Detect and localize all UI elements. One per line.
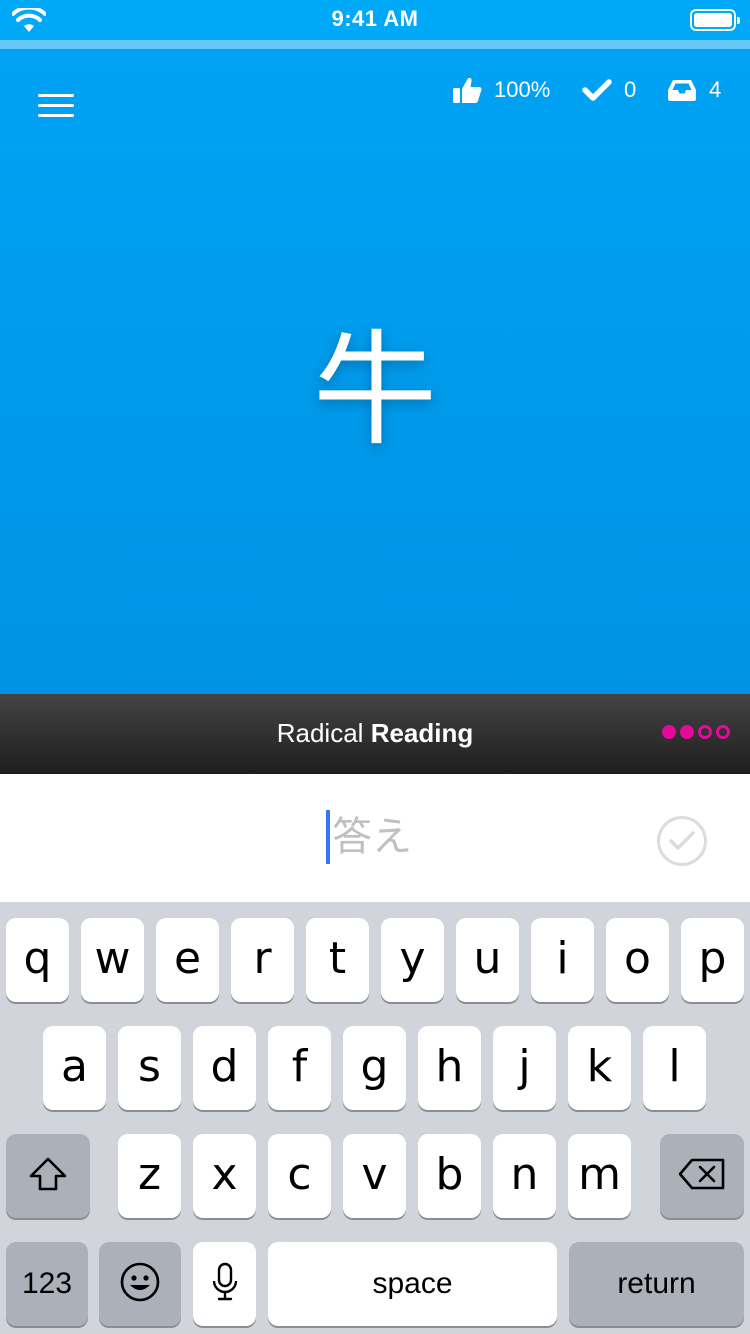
text-caret [326, 810, 330, 864]
progress-dot [662, 725, 676, 739]
status-bar: 9:41 AM [0, 0, 750, 40]
key-w[interactable]: w [81, 918, 144, 1002]
key-v[interactable]: v [343, 1134, 406, 1218]
key-q[interactable]: q [6, 918, 69, 1002]
shift-key[interactable] [6, 1134, 90, 1218]
key-x[interactable]: x [193, 1134, 256, 1218]
question-reading: Reading [370, 718, 474, 748]
return-key[interactable]: return [569, 1242, 744, 1326]
inbox-icon [668, 80, 696, 101]
completed-stat: 0 [582, 75, 636, 105]
shift-arrow-icon [29, 1157, 67, 1191]
key-s[interactable]: s [118, 1026, 181, 1110]
session-progress-dots [662, 725, 730, 739]
subject-card: 100% 0 4 牛 [0, 49, 750, 694]
submit-answer-button[interactable] [657, 816, 707, 866]
menu-icon[interactable] [30, 85, 80, 129]
question-type-bar: Radical Reading [0, 694, 750, 774]
status-divider [0, 40, 750, 49]
key-i[interactable]: i [531, 918, 594, 1002]
key-u[interactable]: u [456, 918, 519, 1002]
key-r[interactable]: r [231, 918, 294, 1002]
thumbs-up-icon [453, 77, 482, 103]
key-l[interactable]: l [643, 1026, 706, 1110]
progress-dot [698, 725, 712, 739]
key-y[interactable]: y [381, 918, 444, 1002]
key-d[interactable]: d [193, 1026, 256, 1110]
emoji-key[interactable] [99, 1242, 181, 1326]
success-rate-value: 100% [494, 77, 551, 102]
key-a[interactable]: a [43, 1026, 106, 1110]
key-c[interactable]: c [268, 1134, 331, 1218]
microphone-icon [212, 1262, 237, 1301]
emoji-icon [120, 1262, 160, 1302]
key-m[interactable]: m [568, 1134, 631, 1218]
checkmark-icon [582, 79, 612, 101]
key-b[interactable]: b [418, 1134, 481, 1218]
status-time: 9:41 AM [331, 6, 419, 31]
queue-stat: 4 [667, 75, 721, 105]
key-z[interactable]: z [118, 1134, 181, 1218]
success-rate-stat: 100% [452, 75, 550, 105]
key-f[interactable]: f [268, 1026, 331, 1110]
queue-count: 4 [709, 77, 722, 102]
key-p[interactable]: p [681, 918, 744, 1002]
key-e[interactable]: e [156, 918, 219, 1002]
check-circle-icon [669, 831, 695, 850]
keyboard: q w e r t y u i o p a s d f g h j k l z … [0, 902, 750, 1334]
subject-character: 牛 [312, 319, 437, 463]
key-j[interactable]: j [493, 1026, 556, 1110]
battery-icon [690, 9, 740, 31]
key-g[interactable]: g [343, 1026, 406, 1110]
question-type-label: Radical Reading [0, 718, 750, 749]
key-t[interactable]: t [306, 918, 369, 1002]
backspace-key[interactable] [660, 1134, 744, 1218]
backspace-icon [678, 1158, 725, 1190]
dictation-key[interactable] [193, 1242, 256, 1326]
progress-dot [680, 725, 694, 739]
numbers-key[interactable]: 123 [6, 1242, 88, 1326]
question-type: Radical [276, 718, 364, 748]
space-key[interactable]: space [268, 1242, 557, 1326]
key-k[interactable]: k [568, 1026, 631, 1110]
key-h[interactable]: h [418, 1026, 481, 1110]
completed-count: 0 [624, 77, 637, 102]
key-o[interactable]: o [606, 918, 669, 1002]
key-n[interactable]: n [493, 1134, 556, 1218]
answer-input[interactable] [332, 804, 592, 870]
progress-dot [716, 725, 730, 739]
answer-area [0, 774, 750, 902]
